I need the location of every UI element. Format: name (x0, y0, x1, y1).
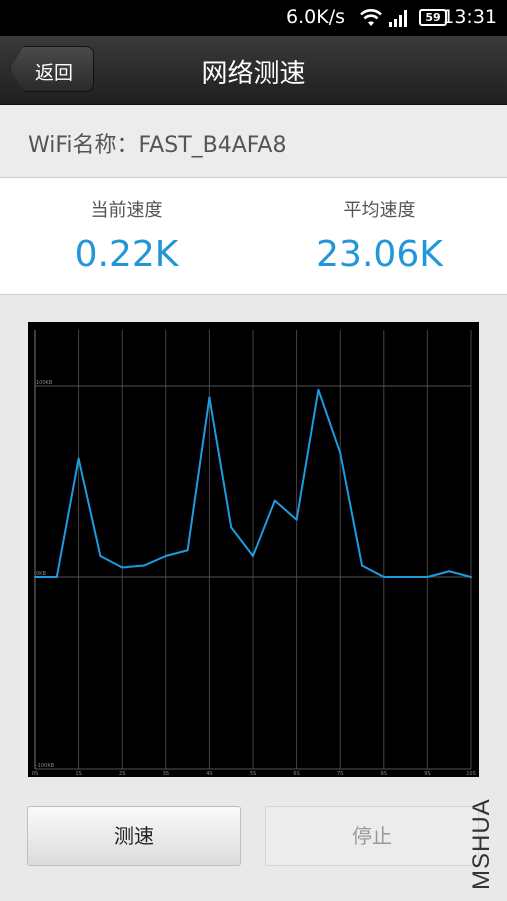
x-tick-label: 7S (337, 771, 343, 777)
data-point (317, 388, 320, 391)
battery-level: 59 (425, 11, 441, 24)
speed-chart: 0S 1S 2S 3S 4S 5S 6S 7S 8S 9S 10S 100KB 0KB -100KB (28, 322, 479, 777)
data-point (77, 457, 80, 460)
title-bar: 返回 网络测速 (0, 36, 507, 105)
network-speed: 6.0K/s (286, 6, 345, 28)
speed-panel: 当前速度 0.22K 平均速度 23.06K (0, 178, 507, 295)
data-point (339, 451, 342, 454)
data-point (186, 549, 189, 552)
data-point (273, 499, 276, 502)
x-tick-label: 9S (424, 771, 430, 777)
data-point (382, 576, 385, 578)
data-point (208, 396, 211, 399)
x-tick-label: 2S (119, 771, 125, 777)
data-point (34, 576, 36, 578)
x-tick-label: 3S (163, 771, 169, 777)
clock: 13:31 (442, 6, 497, 28)
speed-chart-svg: 0S 1S 2S 3S 4S 5S 6S 7S 8S 9S 10S100KB0KB-100KB (32, 330, 476, 777)
status-bar: 6.0K/s 59 13:31 (0, 0, 507, 36)
data-point (164, 554, 167, 557)
data-point (448, 570, 451, 573)
x-tick-label: 1S (75, 771, 81, 777)
current-speed-label: 当前速度 (90, 200, 163, 221)
x-tick-label: 4S (206, 771, 212, 777)
current-speed: 当前速度 0.22K (0, 178, 253, 275)
average-speed-label: 平均速度 (343, 200, 416, 221)
start-test-button[interactable]: 测速 (27, 806, 241, 866)
data-point (55, 576, 58, 578)
x-tick-label: 10S (466, 771, 476, 777)
data-point (121, 566, 124, 569)
y-tick-label: -100KB (36, 763, 55, 769)
data-point (361, 564, 363, 567)
data-point (404, 576, 407, 578)
wifi-icon (360, 9, 382, 26)
x-tick-label: 6S (293, 771, 299, 777)
data-point (99, 554, 102, 557)
y-tick-label: 100KB (36, 380, 53, 386)
x-tick-label: 5S (250, 771, 256, 777)
data-point (143, 564, 145, 567)
average-speed-value: 23.06K (316, 234, 443, 275)
data-point (295, 518, 298, 521)
wifi-name: WiFi名称：FAST_B4AFA8 (28, 133, 287, 158)
wifi-name-bar: WiFi名称：FAST_B4AFA8 (0, 105, 507, 178)
average-speed: 平均速度 23.06K (253, 178, 506, 275)
data-point (426, 576, 429, 578)
x-tick-label: 8S (381, 771, 387, 777)
stop-button[interactable]: 停止 (265, 806, 479, 866)
data-point (230, 526, 233, 529)
data-point (252, 554, 254, 557)
watermark: MSHUA (468, 798, 495, 890)
x-tick-label: 0S (32, 771, 38, 777)
signal-icon (389, 10, 407, 27)
data-point (470, 576, 472, 578)
page-title: 网络测速 (201, 59, 306, 89)
current-speed-value: 0.22K (74, 234, 179, 275)
